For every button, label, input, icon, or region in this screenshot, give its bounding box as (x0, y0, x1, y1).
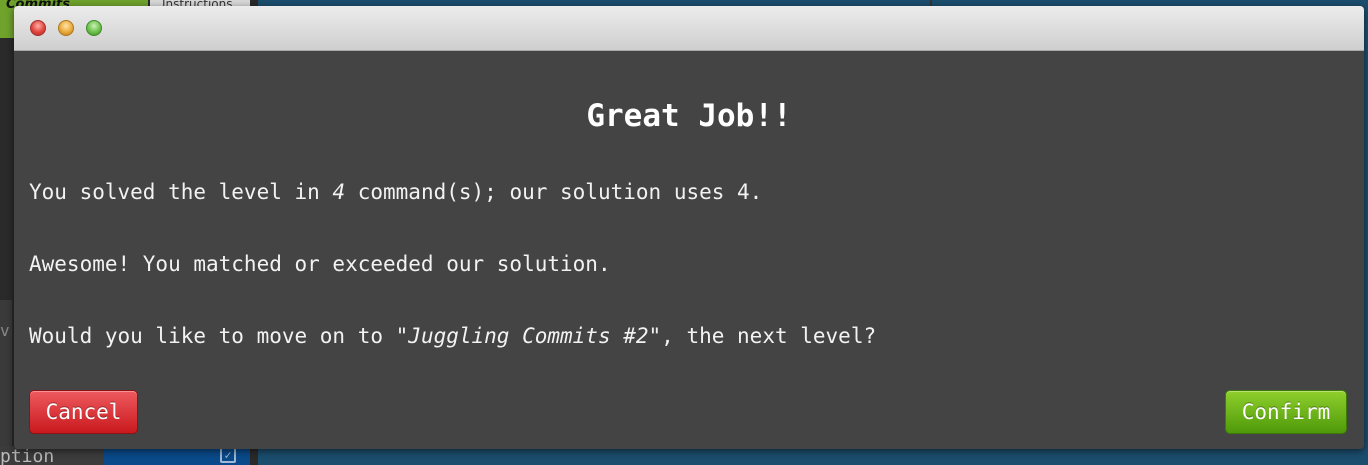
result-suffix: command(s); our solution uses 4. (345, 180, 763, 204)
result-prefix: You solved the level in (29, 180, 333, 204)
next-level-name: "Juggling Commits #2" (395, 324, 662, 348)
prompt-suffix: , the next level? (661, 324, 877, 348)
confirm-button[interactable]: Confirm (1225, 390, 1347, 434)
level-complete-dialog: Great Job!! You solved the level in 4 co… (14, 6, 1364, 449)
minimize-window-icon[interactable] (58, 20, 74, 36)
prompt-prefix: Would you like to move on to (29, 324, 396, 348)
praise-message: Awesome! You matched or exceeded our sol… (29, 252, 611, 276)
next-level-prompt: Would you like to move on to "Juggling C… (29, 324, 876, 348)
cancel-button[interactable]: Cancel (29, 390, 138, 434)
window-titlebar (14, 6, 1364, 51)
background-stray-text: v (0, 321, 10, 340)
dialog-title: Great Job!! (586, 98, 792, 134)
result-message: You solved the level in 4 command(s); ou… (29, 180, 762, 204)
checkbox-icon[interactable]: ✓ (220, 447, 236, 463)
close-window-icon[interactable] (30, 20, 46, 36)
maximize-window-icon[interactable] (86, 20, 102, 36)
user-command-count: 4 (332, 180, 346, 204)
